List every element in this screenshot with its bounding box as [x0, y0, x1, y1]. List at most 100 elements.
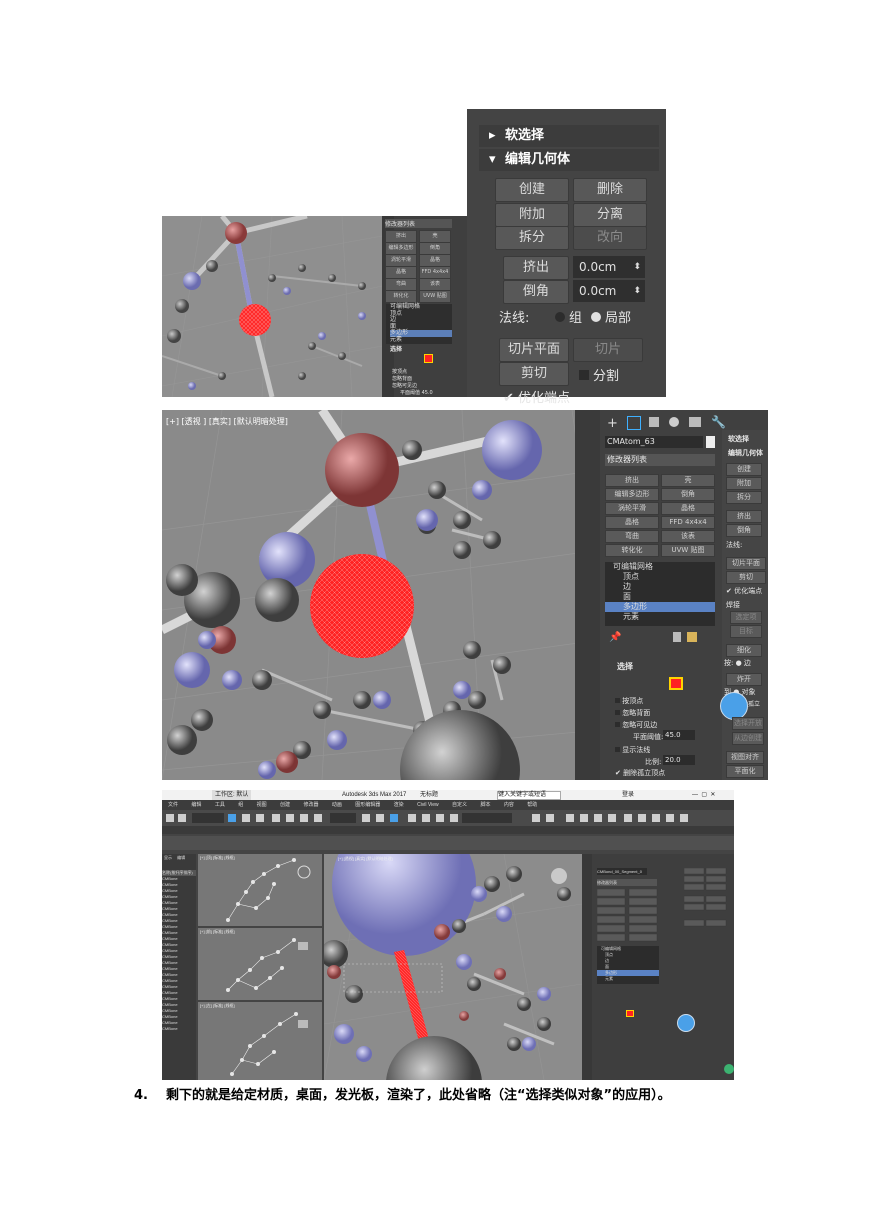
- refine-by-option[interactable]: 按: ● 边: [724, 658, 751, 668]
- split-button[interactable]: 拆分: [495, 226, 569, 250]
- cut-button[interactable]: 剪切: [499, 362, 569, 386]
- modifier-btn-4[interactable]: 涡轮平滑: [605, 502, 659, 515]
- modifier-btn-11[interactable]: UVW 贴图: [419, 290, 451, 303]
- select-option[interactable]: 按顶点: [615, 696, 643, 706]
- viewport-label[interactable]: [+] [顶] [标准] [线框]: [200, 855, 235, 861]
- refine-button[interactable]: 细化: [726, 644, 762, 657]
- modifier-btn-1[interactable]: 壳: [661, 474, 715, 487]
- menu-item[interactable]: 脚本: [480, 802, 490, 808]
- viewport-label[interactable]: [+] [透视 ] [真实] [默认明暗处理]: [166, 416, 288, 426]
- select-option[interactable]: 忽略可见边: [615, 720, 657, 730]
- search-input[interactable]: 键入关键字或短语: [497, 791, 561, 800]
- modifier-btn-2[interactable]: 编辑多边形: [605, 488, 659, 501]
- stack-item[interactable]: 面: [605, 592, 715, 602]
- modifier-stack[interactable]: 可编辑网格 顶点 边 面 多边形 元素: [597, 946, 659, 984]
- select-option[interactable]: ✔ 删除孤立顶点: [615, 768, 665, 778]
- stack-item[interactable]: 元素: [605, 612, 715, 622]
- remove-modifier-icon[interactable]: [673, 632, 681, 642]
- stack-item[interactable]: 边: [605, 582, 715, 592]
- create-button[interactable]: 创建: [726, 463, 762, 476]
- pin-stack-icon[interactable]: 📌: [609, 632, 621, 643]
- chamfer-button[interactable]: 倒角: [503, 280, 569, 304]
- modifier-btn-6[interactable]: 晶格: [605, 516, 659, 529]
- viewport-perspective[interactable]: [+] [透视] [真实] [默认明暗处理]: [324, 854, 582, 1080]
- create-shape-button[interactable]: 从边创建: [732, 732, 764, 745]
- modifier-btn-10[interactable]: 转化化: [605, 544, 659, 557]
- menu-item[interactable]: 渲染: [394, 802, 404, 808]
- delete-button[interactable]: 删除: [573, 178, 647, 202]
- object-name-field[interactable]: CMAtom_63: [605, 436, 703, 448]
- object-name-field[interactable]: CMBond_00_Segment_0: [597, 868, 647, 875]
- select-option[interactable]: 忽略可见边: [392, 382, 417, 389]
- plane-threshold-spinner[interactable]: 45.0: [663, 730, 695, 740]
- configure-icon[interactable]: [687, 632, 697, 642]
- edit-geometry-rollout[interactable]: ▾ 编辑几何体: [479, 149, 659, 171]
- menu-item[interactable]: Civil View: [417, 802, 439, 808]
- modifier-btn-11[interactable]: UVW 贴图: [661, 544, 715, 557]
- user-login[interactable]: 登录: [622, 790, 634, 800]
- scene-item[interactable]: CMBone: [162, 1026, 196, 1032]
- select-option[interactable]: 平面阈值 45.0: [400, 389, 433, 396]
- scene-tab[interactable]: 编辑: [177, 855, 185, 860]
- select-option[interactable]: 忽略背面: [392, 375, 412, 382]
- extrude-spinner[interactable]: 0.0cm ⬍: [573, 256, 645, 278]
- optimize-checkbox[interactable]: ✔ 优化端点: [726, 586, 762, 596]
- extrude-button[interactable]: 挤出: [503, 256, 569, 280]
- edit-geometry-rollout[interactable]: 编辑几何体: [728, 448, 763, 458]
- motion-tab-icon[interactable]: [669, 417, 679, 427]
- hierarchy-tab-icon[interactable]: [649, 417, 659, 427]
- split-button[interactable]: 拆分: [726, 491, 762, 504]
- viewport-label[interactable]: [+] [左] [标准] [线框]: [200, 1003, 235, 1009]
- select-rollout-title[interactable]: 选择: [617, 661, 633, 672]
- modifier-btn-5[interactable]: 晶格: [661, 502, 715, 515]
- slice-plane-button[interactable]: 切片平面: [499, 338, 569, 362]
- shot2-viewport[interactable]: [+] [透视 ] [真实] [默认明暗处理]: [162, 410, 600, 780]
- modifier-btn-7[interactable]: FFD 4x4x4: [661, 516, 715, 529]
- modify-tab-icon[interactable]: [627, 416, 641, 430]
- utilities-tab-icon[interactable]: 🔧: [711, 415, 726, 429]
- slice-plane-button[interactable]: 切片平面: [726, 557, 766, 570]
- modifier-btn-3[interactable]: 倒角: [661, 488, 715, 501]
- vertex-select-icon[interactable]: [424, 354, 433, 363]
- menu-item[interactable]: 帮助: [527, 802, 537, 808]
- stack-item[interactable]: 可编辑网格: [605, 562, 715, 572]
- toolbar-icons[interactable]: [162, 810, 734, 826]
- flatten-button[interactable]: 平面化: [726, 765, 764, 778]
- menu-item[interactable]: 组: [238, 802, 243, 808]
- modifier-buttons-grid[interactable]: [597, 889, 659, 943]
- chamfer-spinner[interactable]: 0.0cm ⬍: [573, 280, 645, 302]
- radio-local[interactable]: 局部: [591, 307, 631, 326]
- menu-item[interactable]: 自定义: [452, 802, 467, 808]
- stack-item[interactable]: 顶点: [605, 572, 715, 582]
- viewport-label[interactable]: [+] [透视] [真实] [默认明暗处理]: [338, 856, 393, 862]
- select-option[interactable]: 按顶点: [392, 368, 407, 375]
- scene-explorer-tabs[interactable]: 显示 编辑: [162, 854, 196, 862]
- window-controls[interactable]: — ▢ ✕: [692, 790, 715, 800]
- create-button[interactable]: 创建: [495, 178, 569, 202]
- modifier-list-dropdown[interactable]: 修改器列表: [605, 454, 715, 466]
- menu-item[interactable]: 文件: [168, 802, 178, 808]
- optimize-end-checkbox[interactable]: ✔ 优化端点: [503, 387, 570, 406]
- extrude-button[interactable]: 挤出: [726, 510, 762, 523]
- stack-item[interactable]: 顶点: [390, 310, 452, 318]
- display-tab-icon[interactable]: [689, 417, 701, 427]
- stack-item[interactable]: 元素: [390, 336, 452, 344]
- menu-item[interactable]: 创建: [280, 802, 290, 808]
- split-checkbox[interactable]: 分割: [579, 365, 619, 384]
- scroll-indicator-icon[interactable]: [724, 1064, 734, 1074]
- scene-tab[interactable]: 显示: [164, 855, 172, 860]
- modifier-btn-9[interactable]: 该表: [661, 530, 715, 543]
- chamfer-button[interactable]: 倒角: [726, 524, 762, 537]
- stack-item[interactable]: 边: [390, 317, 452, 324]
- modifier-btn-10[interactable]: 转化化: [385, 290, 417, 303]
- stack-item-selected[interactable]: 多边形: [605, 602, 715, 612]
- workspace-selector[interactable]: 工作区: 默认: [212, 790, 252, 800]
- menu-item[interactable]: 内容: [504, 802, 514, 808]
- vertex-select-icon[interactable]: [669, 677, 683, 690]
- cut-button[interactable]: 剪切: [726, 571, 766, 584]
- menu-item[interactable]: 视图: [257, 802, 267, 808]
- select-option[interactable]: 显示法线: [615, 745, 650, 755]
- shot1-viewport[interactable]: [162, 216, 382, 397]
- edit-geometry-buttons[interactable]: [684, 868, 734, 934]
- detach-button[interactable]: 分离: [573, 203, 647, 227]
